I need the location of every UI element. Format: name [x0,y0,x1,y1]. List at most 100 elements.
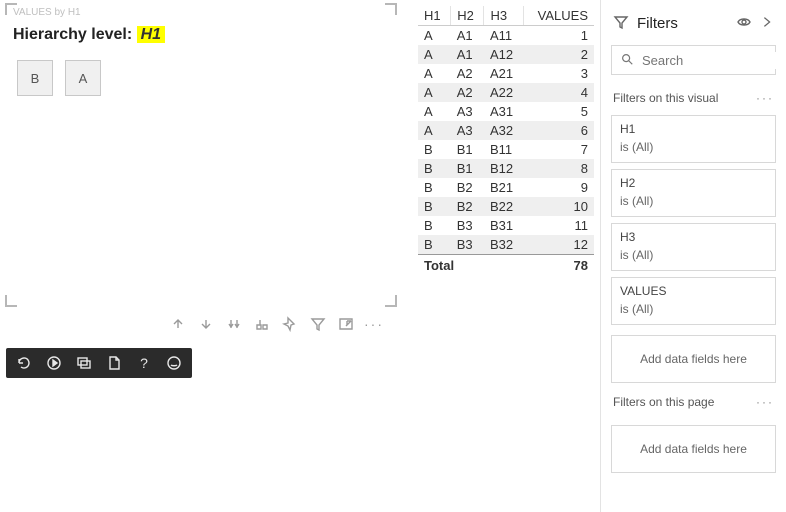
resize-handle-tr[interactable] [385,3,397,15]
table-row[interactable]: BB2B219 [418,178,594,197]
drill-up-icon[interactable] [170,316,186,332]
drill-down-icon[interactable] [198,316,214,332]
filters-search[interactable] [611,45,776,75]
pin-icon[interactable] [282,316,298,332]
filter-card-name: H2 [620,176,767,190]
reload-icon[interactable] [16,355,32,371]
table-cell: 10 [523,197,594,216]
table-row[interactable]: AA2A213 [418,64,594,83]
table-row[interactable]: BB3B3111 [418,216,594,235]
table-cell: B [418,178,451,197]
expand-all-icon[interactable] [226,316,242,332]
slicer-button-b[interactable]: B [17,60,53,96]
dataview-icon[interactable] [76,355,92,371]
table-cell: A [418,45,451,64]
table-cell: A1 [451,26,484,46]
table-row[interactable]: AA2A224 [418,83,594,102]
expand-next-icon[interactable] [254,316,270,332]
table-header-row: H1 H2 H3 VALUES [418,6,594,26]
table-cell: 5 [523,102,594,121]
table-cell: B22 [484,197,523,216]
filter-card[interactable]: VALUESis (All) [611,277,776,325]
filters-title: Filters [637,15,728,32]
visual-toolbar: ··· [170,316,382,332]
section-visual-more-icon[interactable]: ··· [756,91,774,105]
search-input[interactable] [640,52,786,69]
play-icon[interactable] [46,355,62,371]
table-cell: 1 [523,26,594,46]
table-cell: B [418,197,451,216]
total-label: Total [418,255,523,277]
drop-zone-visual[interactable]: Add data fields here [611,335,776,383]
table-cell: B2 [451,178,484,197]
col-h1[interactable]: H1 [418,6,451,26]
filter-card-state: is (All) [620,194,767,208]
col-values[interactable]: VALUES [523,6,594,26]
focus-mode-icon[interactable] [338,316,354,332]
col-h2[interactable]: H2 [451,6,484,26]
log-icon[interactable] [106,355,122,371]
drop-zone-page[interactable]: Add data fields here [611,425,776,473]
table-cell: A22 [484,83,523,102]
table-cell: 6 [523,121,594,140]
section-filters-page: Filters on this page ··· [601,389,786,415]
visual-title: VALUES by H1 [7,5,395,18]
table-cell: B31 [484,216,523,235]
section-page-more-icon[interactable]: ··· [756,395,774,409]
table-cell: A [418,102,451,121]
table-row[interactable]: AA3A326 [418,121,594,140]
filter-card-name: H3 [620,230,767,244]
table-cell: 7 [523,140,594,159]
more-options-icon[interactable]: ··· [366,316,382,332]
feedback-icon[interactable] [166,355,182,371]
dev-toolbar: ? [6,348,192,378]
resize-handle-bl[interactable] [5,295,17,307]
preview-icon[interactable] [736,14,752,33]
resize-handle-tl[interactable] [5,3,17,15]
table-row[interactable]: BB3B3212 [418,235,594,255]
table-row[interactable]: AA3A315 [418,102,594,121]
table-total-row: Total 78 [418,255,594,277]
filter-card-state: is (All) [620,248,767,262]
table-row[interactable]: BB1B128 [418,159,594,178]
table-cell: B21 [484,178,523,197]
table-cell: B2 [451,197,484,216]
section-page-label: Filters on this page [613,395,714,409]
table-cell: A31 [484,102,523,121]
resize-handle-br[interactable] [385,295,397,307]
filter-card[interactable]: H3 is (All) [611,223,776,271]
help-icon[interactable]: ? [136,355,152,371]
table-row[interactable]: AA1A122 [418,45,594,64]
table-cell: B11 [484,140,523,159]
visual-card[interactable]: VALUES by H1 Hierarchy level: H1 B A [6,4,396,306]
table-row[interactable]: BB2B2210 [418,197,594,216]
hierarchy-line: Hierarchy level: H1 [7,18,395,54]
table-cell: A2 [451,83,484,102]
filter-card-state: is (All) [620,140,767,154]
table-cell: 9 [523,178,594,197]
table-cell: B [418,216,451,235]
filters-pane: Filters Filters on this visual ··· H1is … [600,0,786,512]
table-cell: B3 [451,235,484,255]
table-cell: B1 [451,140,484,159]
col-h3[interactable]: H3 [484,6,523,26]
table-cell: A1 [451,45,484,64]
table-cell: 8 [523,159,594,178]
hierarchy-value: H1 [137,26,165,43]
table-cell: A11 [484,26,523,46]
hierarchy-label: Hierarchy level: [13,26,137,43]
filter-icon[interactable] [310,316,326,332]
filter-card[interactable]: H2 is (All) [611,169,776,217]
filter-card[interactable]: H1is (All) [611,115,776,163]
table-cell: 11 [523,216,594,235]
collapse-pane-icon[interactable] [760,15,774,32]
table-cell: A32 [484,121,523,140]
filter-card-name: VALUES [620,284,767,298]
table-cell: B3 [451,216,484,235]
table-cell: B [418,235,451,255]
filter-funnel-icon [613,14,629,33]
table-row[interactable]: AA1A111 [418,26,594,46]
slicer-button-a[interactable]: A [65,60,101,96]
table-cell: 12 [523,235,594,255]
table-row[interactable]: BB1B117 [418,140,594,159]
